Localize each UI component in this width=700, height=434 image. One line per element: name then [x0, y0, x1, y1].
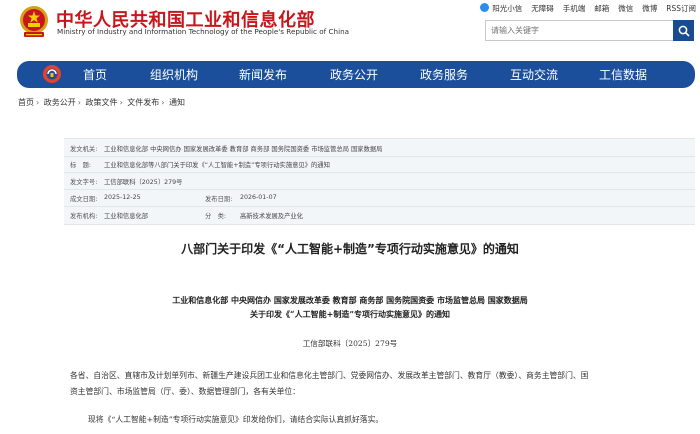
search-icon	[678, 25, 690, 37]
site-header: 中华人民共和国工业和信息化部 Ministry of Industry and …	[0, 0, 700, 56]
nav-interaction[interactable]: 互动交流	[510, 66, 558, 83]
nav-home[interactable]: 首页	[83, 66, 107, 83]
meta-issuer-label: 发文机关:	[70, 146, 98, 153]
meta-pubdate-label: 发布日期:	[205, 196, 233, 203]
meta-date-label: 成文日期:	[70, 196, 98, 203]
toplink-mail[interactable]: 邮箱	[594, 3, 609, 14]
article-header: 工业和信息化部 中央网信办 国家发展改革委 教育部 商务部 国务院国资委 市场监…	[0, 293, 700, 321]
breadcrumb-public-affairs[interactable]: 政务公开	[44, 98, 76, 107]
toplink-sunshine[interactable]: 阳光小信	[480, 3, 522, 14]
meta-issuer: 工业和信息化部 中央网信办 国家发展改革委 教育部 商务部 国务院国资委 市场监…	[104, 146, 383, 153]
meta-title-label: 标 题:	[70, 162, 92, 169]
meta-org: 工业和信息化部	[104, 213, 149, 220]
meta-date: 2025-12-25	[104, 194, 141, 201]
meta-org-label: 发布机构:	[70, 213, 98, 220]
breadcrumb-doc-release[interactable]: 文件发布	[127, 98, 159, 107]
notice-subject: 关于印发《“人工智能+制造”专项行动实施意见》的通知	[250, 309, 450, 319]
top-links: 阳光小信 无障碍 手机端 邮箱 微信 微博 RSS订阅	[480, 3, 696, 14]
site-subtitle: Ministry of Industry and Information Tec…	[57, 27, 350, 36]
document-metadata: 发文机关: 工业和信息化部 中央网信办 国家发展改革委 教育部 商务部 国务院国…	[64, 138, 695, 225]
article-docno: 工信部联科〔2025〕279号	[302, 339, 398, 348]
breadcrumb-home[interactable]: 首页	[18, 98, 34, 107]
meta-category: 高新技术发展及产业化	[240, 213, 303, 220]
breadcrumb-policy-docs[interactable]: 政策文件	[86, 98, 118, 107]
toplink-rss[interactable]: RSS订阅	[666, 3, 696, 14]
meta-pubdate: 2026-01-07	[240, 194, 277, 201]
national-emblem-icon	[20, 6, 48, 37]
nav-organization[interactable]: 组织机构	[150, 66, 198, 83]
salutation-line-1: 各省、自治区、直辖市及计划单列市、新疆生产建设兵团工业和信息化主管部门、党委网信…	[70, 371, 589, 380]
article-salutation: 各省、自治区、直辖市及计划单列市、新疆生产建设兵团工业和信息化主管部门、党委网信…	[70, 368, 695, 400]
meta-docno: 工信部联科〔2025〕279号	[104, 179, 183, 186]
toplink-wechat[interactable]: 微信	[618, 3, 633, 14]
toplink-weibo[interactable]: 微博	[642, 3, 657, 14]
miit-logo-icon	[43, 65, 61, 83]
issuing-departments: 工业和信息化部 中央网信办 国家发展改革委 教育部 商务部 国务院国资委 市场监…	[172, 295, 528, 305]
nav-public-affairs[interactable]: 政务公开	[330, 66, 378, 83]
meta-docno-label: 发文字号:	[70, 179, 98, 186]
article-body: 现将《“人工智能+制造”专项行动实施意见》印发给你们，请结合实际认真抓好落实。	[88, 415, 384, 424]
article-title: 八部门关于印发《“人工智能+制造”专项行动实施意见》的通知	[181, 242, 519, 256]
nav-news[interactable]: 新闻发布	[239, 66, 287, 83]
main-nav: 首页 组织机构 新闻发布 政务公开 政务服务 互动交流 工信数据	[17, 61, 695, 88]
salutation-line-2: 资主管部门、市场监管局（厅、委）、数据管理部门，各有关单位：	[70, 387, 301, 396]
meta-category-label: 分 类:	[205, 213, 227, 220]
sun-icon	[480, 3, 490, 12]
search-button[interactable]	[673, 20, 694, 41]
search-input[interactable]	[485, 20, 674, 41]
toplink-mobile[interactable]: 手机端	[563, 3, 586, 14]
breadcrumb-notice[interactable]: 通知	[169, 98, 185, 107]
nav-services[interactable]: 政务服务	[420, 66, 468, 83]
toplink-accessibility[interactable]: 无障碍	[531, 3, 554, 14]
meta-title: 工业和信息化部等八部门关于印发《“人工智能+制造”专项行动实施意见》的通知	[104, 162, 330, 169]
nav-data[interactable]: 工信数据	[599, 66, 647, 83]
breadcrumb: 首页 › 政务公开 › 政策文件 › 文件发布 › 通知	[18, 98, 185, 107]
